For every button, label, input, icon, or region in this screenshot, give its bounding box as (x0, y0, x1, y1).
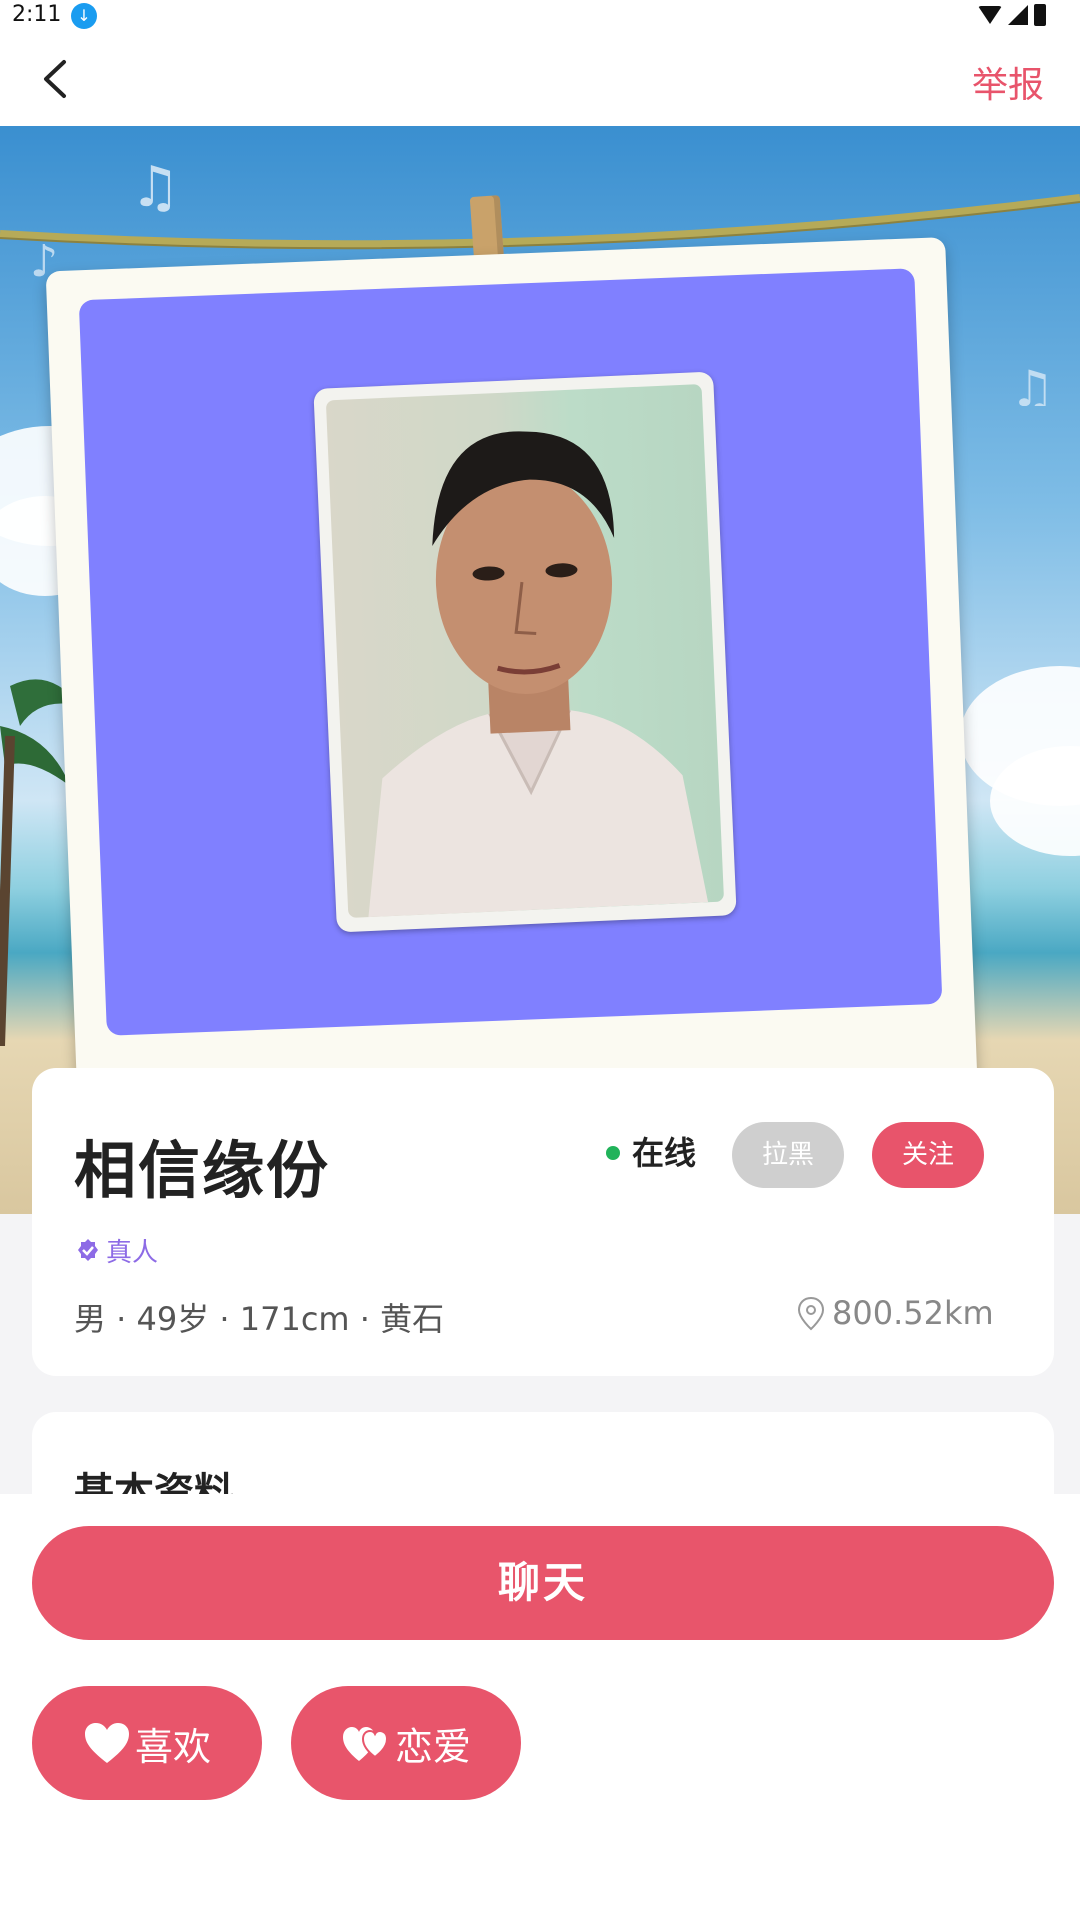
status-bar: 2:11 ↓ (0, 0, 1080, 34)
verified-label: 真人 (106, 1238, 159, 1268)
profile-card: 相信缘份 在线 拉黑 关注 真人 男 · 49岁 · 171cm · 黄石 80… (32, 1068, 1054, 1376)
distance-label: 800.52km (832, 1294, 994, 1332)
block-button[interactable]: 拉黑 (732, 1122, 844, 1188)
profile-name: 相信缘份 (74, 1134, 331, 1207)
profile-photo-banner: ♫ ♪ ♫ (0, 126, 1080, 1214)
basic-info-header: 基本资料 (32, 1412, 1054, 1494)
heart-icon (84, 1723, 129, 1763)
love-button[interactable]: 恋爱 (291, 1686, 521, 1800)
bottom-action-bar: 聊天 喜欢 恋爱 (0, 1494, 1080, 1920)
avatar-photo (325, 384, 725, 918)
like-label: 喜欢 (134, 1724, 211, 1769)
system-icons (978, 4, 1046, 26)
profile-basic-info: 男 · 49岁 · 171cm · 黄石 (74, 1300, 445, 1338)
report-button[interactable]: 举报 (972, 56, 1044, 108)
double-heart-icon (342, 1727, 388, 1761)
wifi-icon (978, 6, 1002, 24)
battery-icon (1034, 4, 1046, 26)
chat-button[interactable]: 聊天 (32, 1526, 1054, 1640)
avatar-photo-frame[interactable] (313, 371, 737, 933)
like-button[interactable]: 喜欢 (32, 1686, 262, 1800)
top-nav: 举报 (0, 34, 1080, 126)
status-time: 2:11 (12, 2, 62, 27)
follow-button[interactable]: 关注 (872, 1122, 984, 1188)
svg-text:♫: ♫ (1010, 360, 1055, 406)
back-icon[interactable] (32, 54, 82, 104)
location-pin-icon (797, 1296, 825, 1331)
download-icon: ↓ (71, 3, 97, 29)
love-label: 恋爱 (394, 1724, 471, 1769)
person-portrait-image (368, 431, 709, 918)
svg-text:♫: ♫ (130, 155, 180, 220)
verified-badge-icon (78, 1239, 98, 1261)
online-status-label: 在线 (632, 1134, 697, 1172)
basic-info-title: 基本资料 (74, 1470, 234, 1494)
online-status-dot (606, 1146, 620, 1160)
cellular-icon (1008, 5, 1028, 25)
